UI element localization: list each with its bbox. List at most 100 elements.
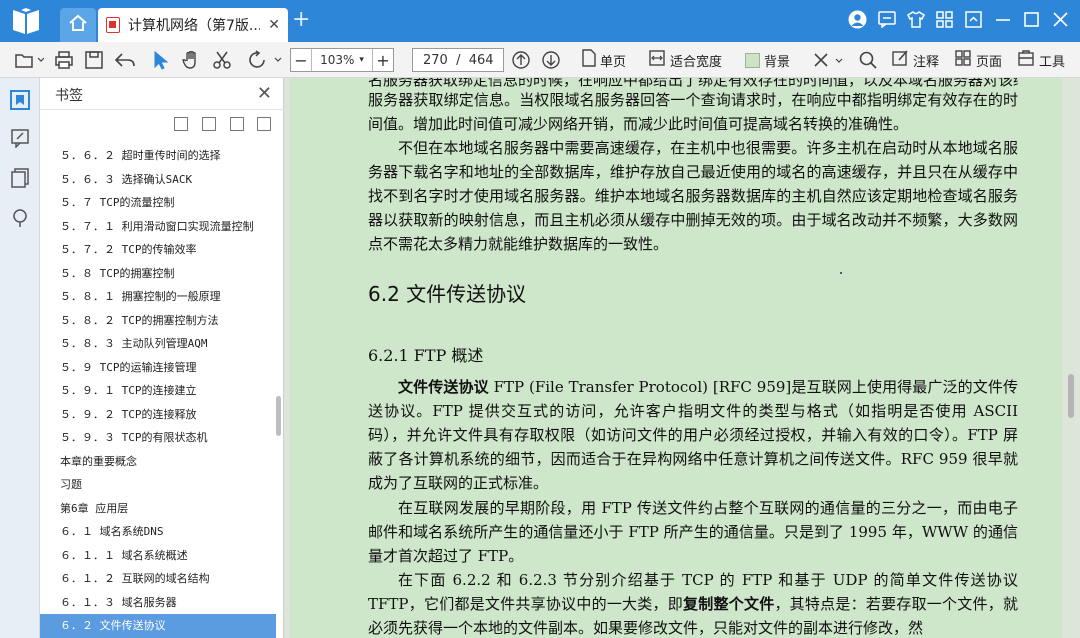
tools-button[interactable]: 工具 [1017, 49, 1065, 71]
background-button[interactable]: 背景 [745, 49, 790, 71]
bookmark-item[interactable]: ６．１．１ 域名系统概述 [40, 544, 276, 568]
subsection-heading: 6.2.1 FTP 概述 [368, 346, 484, 365]
document-tab-title: 计算机网络（第7版... [128, 18, 260, 34]
save-icon[interactable] [84, 49, 104, 71]
side-rail [0, 78, 40, 638]
zoom-level-select[interactable]: 103% ▾ [311, 49, 373, 71]
bookmark-item[interactable]: ６．１．３ 域名服务器 [40, 591, 276, 615]
bookmark-item[interactable]: ６．１．２ 互联网的域名结构 [40, 567, 276, 591]
bookmark-item[interactable]: 习题 [40, 473, 276, 497]
paragraph: 在互联网发展的早期阶段，用 FTP 传送文件约占整个互联网的通信量的三分之一，而… [368, 499, 1018, 565]
tab-close-icon[interactable]: ✕ [268, 17, 280, 33]
annotation-list-icon[interactable] [10, 128, 30, 149]
home-tab[interactable] [60, 8, 96, 42]
fit-width-button[interactable]: 适合宽度 [648, 49, 722, 71]
document-scrollbar[interactable] [1068, 374, 1074, 418]
cut-icon[interactable] [212, 49, 232, 71]
bookmark-item[interactable]: ５．７ TCP的流量控制 [40, 191, 276, 215]
search-result-icon[interactable] [10, 208, 30, 228]
hand-tool-icon[interactable] [181, 49, 201, 71]
bookmark-item[interactable]: ５．８．２ TCP的拥塞控制方法 [40, 309, 276, 333]
bookmark-item[interactable]: ５．９．２ TCP的连接释放 [40, 403, 276, 427]
bookmark-item[interactable]: ５．９ TCP的运输连接管理 [40, 356, 276, 380]
paragraph: 不但在本地域名服务器中需要高速缓存，在主机中也很需要。许多主机在启动时从本地域名… [368, 139, 1018, 253]
close-window-icon[interactable] [1051, 10, 1070, 29]
bookmark-item[interactable]: ５．９．１ TCP的连接建立 [40, 379, 276, 403]
rotate-icon[interactable] [248, 49, 282, 71]
new-tab-button[interactable]: + [292, 9, 310, 31]
zoom-in-button[interactable]: + [373, 49, 393, 71]
message-icon[interactable] [877, 10, 896, 29]
print-icon[interactable] [54, 49, 74, 71]
background-color-swatch [745, 52, 760, 68]
bookmark-scrollbar[interactable] [276, 396, 281, 436]
zoom-control: − 103% ▾ + [290, 48, 394, 72]
document-tab[interactable]: 计算机网络（第7版... ✕ [98, 8, 288, 42]
bookmark-header: 书签 ✕ [40, 78, 284, 110]
bookmark-item[interactable]: ５．８．１ 拥塞控制的一般原理 [40, 285, 276, 309]
skin-icon[interactable] [906, 10, 925, 29]
bookmark-item[interactable]: ５．８．３ 主动队列管理AQM [40, 332, 276, 356]
fullscreen-icon[interactable] [964, 10, 983, 29]
toolbox-icon [1017, 49, 1035, 71]
delete-bookmark-icon[interactable] [257, 117, 271, 131]
bookmark-item[interactable]: ５．６．２ 超时重传时间的选择 [40, 144, 276, 168]
zoom-out-button[interactable]: − [291, 49, 311, 71]
single-page-label: 单页 [600, 54, 627, 70]
open-folder-icon[interactable] [14, 49, 44, 71]
bookmark-item[interactable]: ５．６．３ 选择确认SACK [40, 168, 276, 192]
maximize-icon[interactable] [1022, 10, 1041, 29]
bookmark-panel-icon[interactable] [10, 90, 30, 110]
close-tool-icon[interactable] [812, 49, 846, 71]
page-speck [840, 272, 842, 274]
single-page-icon [581, 49, 596, 71]
page-view-label: 页面 [976, 54, 1003, 70]
bookmark-panel: 书签 ✕ ５．６．２ 超时重传时间的选择 ５．６．３ 选择确认SACK ５．７ TC… [40, 78, 284, 638]
apps-grid-icon[interactable] [935, 10, 954, 29]
prev-page-icon[interactable] [511, 49, 531, 71]
add-bookmark-icon[interactable] [230, 117, 244, 131]
annotate-button[interactable]: 注释 [891, 49, 939, 71]
title-bar: 计算机网络（第7版... ✕ + [0, 0, 1080, 42]
app-logo-icon [10, 6, 42, 36]
bookmark-title: 书签 [55, 88, 83, 104]
bookmark-item[interactable]: ６．１ 域名系统DNS [40, 520, 276, 544]
toolbar: − 103% ▾ + 270 / 464 单页 适合宽度 背景 注释 页面 工具 [0, 42, 1080, 78]
paragraph: 文件传送协议 FTP (File Transfer Protocol) [RFC… [368, 375, 1018, 495]
bookmark-item[interactable]: ５．７．１ 利用滑动窗口实现流量控制 [40, 215, 276, 239]
paragraph: 服务器获取绑定信息。当权限域名服务器回答一个查询请求时，在响应中都指明绑定有效存… [368, 91, 1018, 133]
bookmark-item[interactable]: ６．２ 文件传送协议 [40, 614, 276, 638]
pdf-file-icon [106, 17, 120, 33]
collapse-all-icon[interactable] [174, 117, 188, 131]
page-number-input[interactable]: 270 / 464 [412, 48, 504, 72]
bookmark-item[interactable]: ５．８ TCP的拥塞控制 [40, 262, 276, 286]
annotate-label: 注释 [913, 54, 940, 70]
home-icon [68, 14, 88, 36]
bold-term: 文件传送协议 [398, 378, 489, 396]
bookmark-item[interactable]: ５．７．２ TCP的传输效率 [40, 238, 276, 262]
document-viewer[interactable]: 名服务器获取绑定信息的时候，在响应中都给出了绑定有效存在的时间值，以及本域名服务… [284, 78, 1080, 638]
tools-label: 工具 [1039, 54, 1066, 70]
page-view-button[interactable]: 页面 [954, 49, 1002, 71]
paragraph: 在下面 6.2.2 和 6.2.3 节分别介绍基于 TCP 的 FTP 和基于 … [368, 568, 1018, 638]
annotate-icon [891, 49, 909, 71]
bookmark-list: ５．６．２ 超时重传时间的选择 ５．６．３ 选择确认SACK ５．７ TCP的流量控… [40, 144, 276, 638]
bookmark-item[interactable]: ５．９．３ TCP的有限状态机 [40, 426, 276, 450]
user-avatar-icon[interactable] [848, 10, 867, 29]
next-page-icon[interactable] [541, 49, 561, 71]
thumbnails-icon[interactable] [10, 168, 30, 188]
minimize-icon[interactable] [993, 10, 1012, 29]
chevron-down-icon: ▾ [359, 55, 364, 65]
close-panel-icon[interactable]: ✕ [257, 83, 272, 104]
zoom-value: 103% [320, 53, 355, 67]
single-page-button[interactable]: 单页 [581, 49, 626, 71]
undo-icon[interactable] [114, 49, 136, 71]
bookmark-item[interactable]: 本章的重要概念 [40, 450, 276, 474]
expand-all-icon[interactable] [202, 117, 216, 131]
fit-width-icon [648, 49, 666, 71]
search-icon[interactable] [858, 49, 878, 71]
pdf-page: 名服务器获取绑定信息的时候，在响应中都给出了绑定有效存在的时间值，以及本域名服务… [290, 78, 1062, 638]
background-label: 背景 [764, 54, 791, 70]
bookmark-item[interactable]: 第6章 应用层 [40, 497, 276, 521]
select-cursor-icon[interactable] [152, 49, 170, 71]
